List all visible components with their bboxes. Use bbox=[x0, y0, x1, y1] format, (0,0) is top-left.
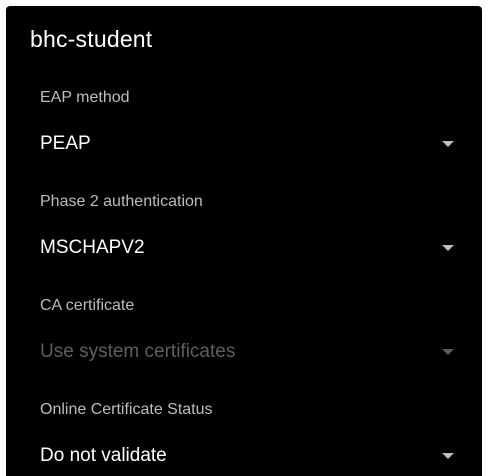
ca-certificate-value: Use system certificates bbox=[40, 341, 236, 362]
ca-certificate-label: CA certificate bbox=[40, 297, 135, 314]
online-certificate-status-label: Online Certificate Status bbox=[40, 401, 213, 418]
caret-down-icon bbox=[442, 453, 454, 459]
dialog-title: bhc-student bbox=[30, 26, 153, 52]
phase2-authentication-label: Phase 2 authentication bbox=[40, 193, 203, 210]
phase2-authentication-dropdown[interactable]: MSCHAPV2 bbox=[32, 229, 462, 269]
online-certificate-status-value: Do not validate bbox=[40, 445, 167, 466]
caret-down-icon bbox=[442, 349, 454, 355]
caret-down-icon bbox=[442, 245, 454, 251]
online-certificate-status-dropdown[interactable]: Do not validate bbox=[32, 437, 462, 476]
ca-certificate-dropdown: Use system certificates bbox=[32, 333, 462, 373]
eap-method-label: EAP method bbox=[40, 89, 130, 106]
wifi-network-dialog: bhc-student EAP method PEAP Phase 2 auth… bbox=[6, 6, 482, 476]
phase2-authentication-value: MSCHAPV2 bbox=[40, 237, 145, 258]
caret-down-icon bbox=[442, 141, 454, 147]
eap-method-dropdown[interactable]: PEAP bbox=[32, 125, 462, 165]
eap-method-value: PEAP bbox=[40, 133, 91, 154]
